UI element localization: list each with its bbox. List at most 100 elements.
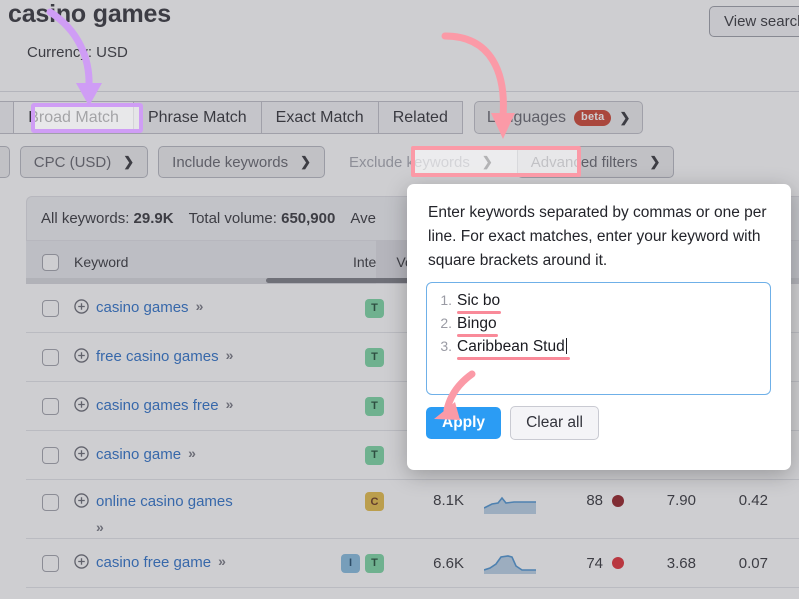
- keyword-cell[interactable]: casino free game »: [74, 553, 300, 573]
- keyword-link[interactable]: casino games: [96, 298, 189, 318]
- keyword-link[interactable]: casino game: [96, 445, 181, 465]
- intent-badge-t[interactable]: T: [365, 396, 384, 416]
- keyword-link[interactable]: casino free game: [96, 553, 211, 573]
- keyword-link[interactable]: free casino games: [96, 347, 219, 367]
- kd-value: 88: [586, 492, 603, 509]
- row-checkbox[interactable]: [41, 494, 59, 511]
- tab-related[interactable]: Related: [378, 101, 463, 134]
- row-checkbox[interactable]: [41, 397, 59, 415]
- expand-serp-icon[interactable]: »: [196, 298, 204, 314]
- keyword-cell[interactable]: free casino games »: [74, 347, 300, 367]
- row-select-cell[interactable]: [26, 446, 74, 464]
- line-text: Bingo: [457, 315, 498, 337]
- all-keywords-stat: All keywords: 29.9K: [41, 210, 174, 227]
- select-all-cell[interactable]: [26, 253, 74, 271]
- intent-cell: T: [300, 445, 396, 465]
- chevron-down-icon: ❯: [300, 154, 311, 169]
- keyword-cell[interactable]: casino game »: [74, 445, 300, 465]
- apply-button[interactable]: Apply: [426, 407, 502, 439]
- row-checkbox[interactable]: [41, 554, 59, 572]
- total-volume-value: 650,900: [281, 210, 336, 227]
- textarea-line: 1. Sic bo: [436, 292, 760, 315]
- keyword-cell[interactable]: casino games »: [74, 298, 300, 318]
- intent-badge-t[interactable]: T: [365, 553, 384, 573]
- intent-badge-c[interactable]: C: [365, 492, 384, 511]
- annotation-underline: [457, 334, 498, 337]
- row-checkbox[interactable]: [41, 348, 59, 366]
- exclude-keywords-textarea[interactable]: 1. Sic bo 2. Bingo 3. Caribbean Stud: [426, 282, 771, 395]
- filter-languages[interactable]: Languages beta ❯: [473, 101, 644, 134]
- tab-keywords-partial[interactable]: rds: [0, 101, 15, 134]
- intent-badge-t[interactable]: T: [365, 445, 384, 465]
- chevron-down-icon: ❯: [619, 109, 631, 125]
- cpc-cell: 3.68: [666, 554, 696, 572]
- annotation-underline: [457, 357, 570, 360]
- kd-value: 74: [586, 554, 603, 572]
- row-select-cell[interactable]: [26, 492, 74, 511]
- col-keyword[interactable]: Keyword: [74, 254, 300, 270]
- line-number: 2.: [440, 315, 452, 331]
- trend-cell: [468, 552, 552, 574]
- intent-badge-t[interactable]: T: [365, 347, 384, 367]
- row-select-cell[interactable]: [26, 348, 74, 366]
- row-checkbox[interactable]: [41, 446, 59, 464]
- keyword-link[interactable]: casino games free: [96, 396, 219, 416]
- page-title: casino games: [8, 0, 171, 28]
- add-keyword-icon[interactable]: [74, 493, 89, 512]
- popup-actions: Apply Clear all: [426, 406, 599, 440]
- results-cell: 5: [772, 553, 799, 574]
- intent-badge-i[interactable]: I: [341, 553, 360, 573]
- table-row[interactable]: casino free game » I T 6.6K 74 3.68 0.07: [26, 539, 799, 588]
- keyword-link[interactable]: online casino games: [96, 492, 233, 512]
- kd-cell: 88: [552, 492, 628, 509]
- tab-phrase-match[interactable]: Phrase Match: [133, 101, 262, 134]
- row-checkbox[interactable]: [41, 299, 59, 317]
- filter-exclude-keywords[interactable]: Exclude keywords ❯: [334, 146, 507, 178]
- trend-cell: [468, 492, 552, 514]
- filter-advanced[interactable]: Advanced filters ❯: [516, 146, 675, 178]
- row-select-cell[interactable]: [26, 397, 74, 415]
- filter-bar: ent ❯ CPC (USD) ❯ Include keywords ❯ Exc…: [0, 146, 675, 178]
- currency-label: Currency: USD: [27, 44, 128, 61]
- avg-label-partial: Ave: [350, 210, 376, 227]
- filter-intent[interactable]: ent ❯: [0, 146, 10, 178]
- expand-serp-icon[interactable]: »: [74, 519, 294, 535]
- line-number: 1.: [440, 292, 452, 308]
- add-keyword-icon[interactable]: [74, 446, 89, 465]
- select-all-checkbox[interactable]: [41, 253, 59, 271]
- chevron-down-icon: ❯: [481, 154, 493, 169]
- filter-cpc[interactable]: CPC (USD) ❯: [19, 146, 149, 178]
- header-divider: [0, 91, 799, 92]
- expand-serp-icon[interactable]: »: [188, 445, 196, 461]
- tab-broad-match[interactable]: Broad Match: [14, 101, 134, 134]
- screenshot-root: casino games Currency: USD View search r…: [0, 0, 799, 599]
- intent-cell: C: [300, 492, 396, 511]
- add-keyword-icon[interactable]: [74, 397, 89, 416]
- line-value: Sic bo: [457, 292, 501, 309]
- chevron-down-icon: ❯: [123, 154, 135, 169]
- view-search-button[interactable]: View search: [709, 6, 799, 37]
- expand-serp-icon[interactable]: »: [226, 396, 234, 412]
- table-row[interactable]: online casino games » C 8.1K 88 7.90 0.4…: [26, 480, 799, 539]
- tab-exact-match[interactable]: Exact Match: [261, 101, 379, 134]
- clear-all-button[interactable]: Clear all: [510, 406, 599, 440]
- add-keyword-icon[interactable]: [74, 348, 89, 367]
- line-number: 3.: [440, 338, 452, 354]
- keyword-cell[interactable]: online casino games »: [74, 492, 300, 535]
- expand-serp-icon[interactable]: »: [226, 347, 234, 363]
- filter-include-keywords[interactable]: Include keywords ❯: [158, 146, 325, 178]
- add-keyword-icon[interactable]: [74, 554, 89, 573]
- trend-sparkline-icon: [484, 555, 536, 574]
- row-select-cell[interactable]: [26, 299, 74, 317]
- keyword-cell[interactable]: casino games free »: [74, 396, 300, 416]
- intent-badge-t[interactable]: T: [365, 298, 384, 318]
- row-select-cell[interactable]: [26, 554, 74, 572]
- text-caret: [565, 338, 568, 354]
- exclude-keywords-popup: Enter keywords separated by commas or on…: [407, 184, 791, 470]
- volume-cell: 6.6K: [433, 554, 464, 572]
- volume-cell: 8.1K: [433, 492, 464, 509]
- expand-serp-icon[interactable]: »: [218, 553, 226, 569]
- add-keyword-icon[interactable]: [74, 299, 89, 318]
- results-cell: 8: [772, 492, 799, 513]
- filter-advanced-label: Advanced filters: [530, 153, 638, 171]
